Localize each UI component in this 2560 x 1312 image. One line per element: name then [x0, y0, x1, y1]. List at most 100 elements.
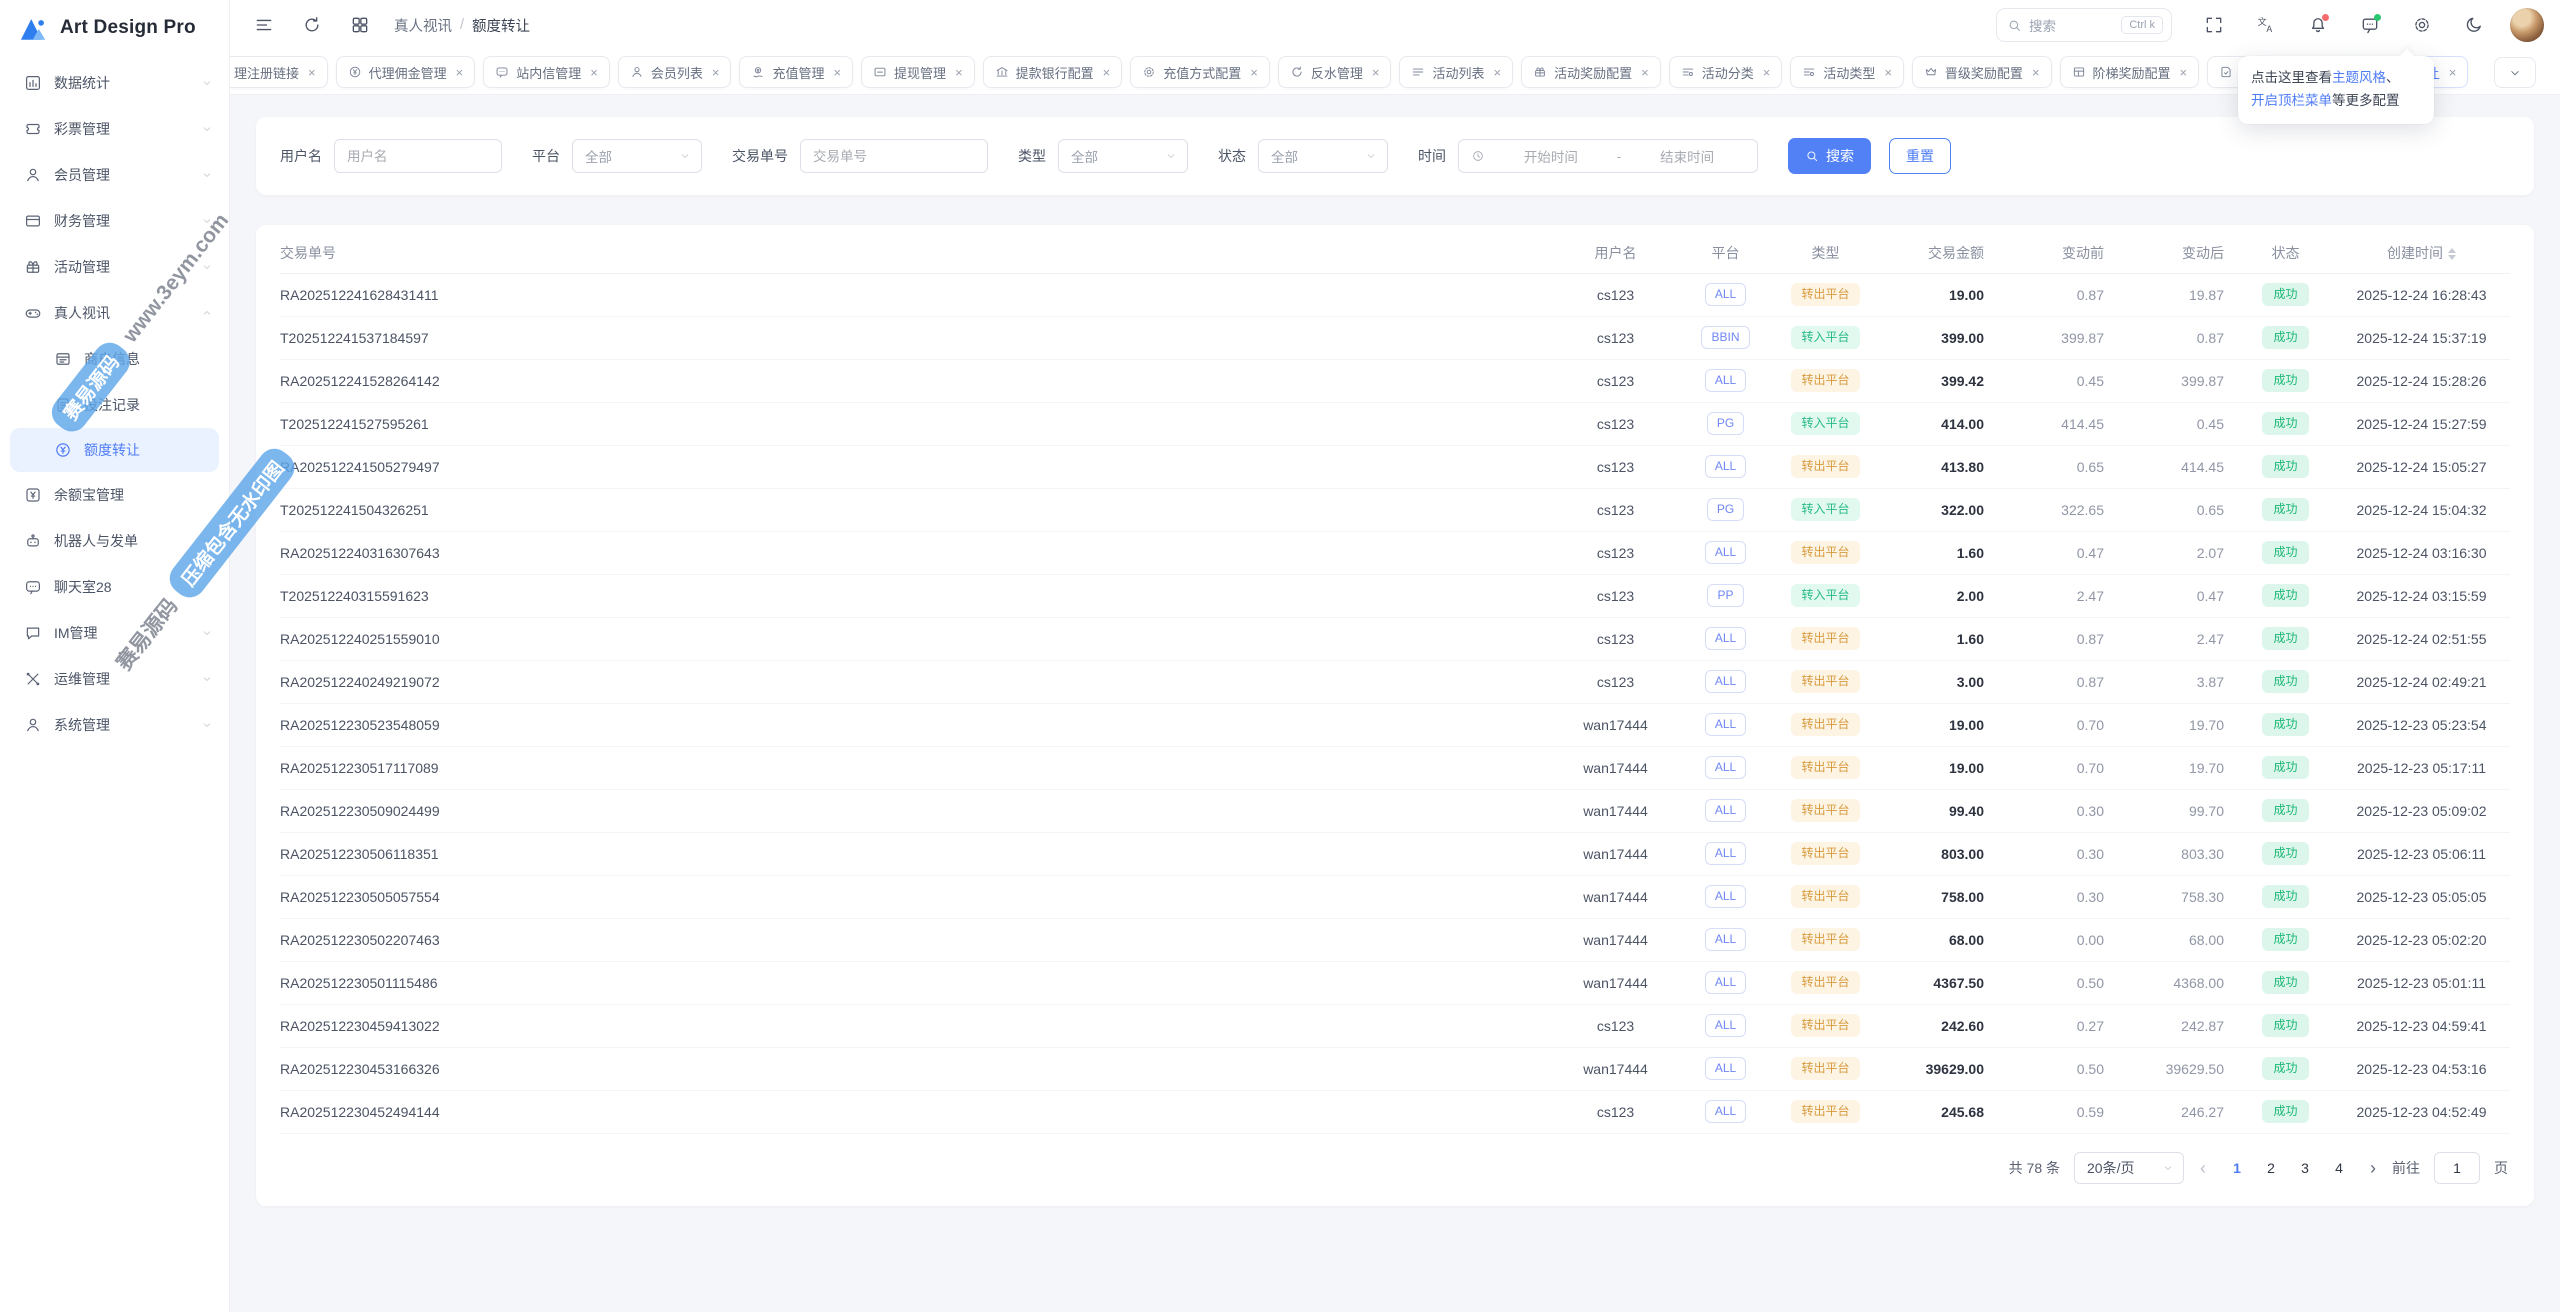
collapse-menu-icon[interactable] — [246, 7, 282, 43]
fullscreen-icon[interactable] — [2196, 7, 2232, 43]
tab-晋级奖励配置[interactable]: 晋级奖励配置 × — [1911, 56, 2052, 88]
close-icon[interactable]: × — [1884, 65, 1892, 80]
close-icon[interactable]: × — [2032, 65, 2040, 80]
username-input[interactable] — [334, 139, 502, 173]
tab-label: 理注册链接 — [234, 65, 300, 81]
app-logo[interactable]: Art Design Pro — [0, 0, 229, 56]
sidebar-item-系统管理[interactable]: 系统管理 — [0, 702, 229, 748]
tab-活动分类[interactable]: 活动分类 × — [1668, 56, 1783, 88]
close-icon[interactable]: × — [1763, 65, 1771, 80]
tab-阶梯奖励配置[interactable]: 阶梯奖励配置 × — [2059, 56, 2200, 88]
sidebar-item-活动管理[interactable]: 活动管理 — [0, 244, 229, 290]
close-icon[interactable]: × — [1494, 65, 1502, 80]
next-page-button[interactable]: › — [2368, 1159, 2378, 1177]
sidebar-item-IM管理[interactable]: IM管理 — [0, 610, 229, 656]
page-size-select[interactable]: 20条/页 — [2074, 1151, 2184, 1184]
sidebar-item-额度转让[interactable]: 额度转让 — [10, 428, 219, 472]
tab-提现管理[interactable]: 提现管理 × — [861, 56, 975, 88]
sidebar-item-彩票管理[interactable]: 彩票管理 — [0, 106, 229, 152]
sidebar-item-商户信息[interactable]: 商户信息 — [0, 336, 229, 382]
cell-status: 成功 — [2238, 316, 2333, 360]
sidebar-item-财务管理[interactable]: 财务管理 — [0, 198, 229, 244]
tab-代理佣金管理[interactable]: 代理佣金管理 × — [335, 56, 476, 88]
close-icon[interactable]: × — [590, 65, 598, 80]
close-icon[interactable]: × — [2180, 65, 2188, 80]
close-icon[interactable]: × — [1103, 65, 1111, 80]
sidebar-item-label: 数据统计 — [54, 75, 110, 91]
cell-type: 转出平台 — [1773, 918, 1878, 962]
cell-after: 2.47 — [2118, 617, 2238, 661]
breadcrumb-parent[interactable]: 真人视讯 — [394, 15, 452, 36]
cell-after: 758.30 — [2118, 875, 2238, 919]
refresh-icon[interactable] — [294, 7, 330, 43]
apps-grid-icon[interactable] — [342, 7, 378, 43]
page-number-3[interactable]: 3 — [2290, 1160, 2320, 1176]
close-icon[interactable]: × — [456, 65, 464, 80]
filter-username: 用户名 — [280, 139, 502, 173]
tab-活动列表[interactable]: 活动列表 × — [1399, 56, 1514, 88]
messages-icon[interactable] — [2352, 7, 2388, 43]
user-avatar[interactable] — [2510, 8, 2544, 42]
tabs-overflow-button[interactable] — [2494, 57, 2536, 88]
close-icon[interactable]: × — [1641, 65, 1649, 80]
cell-before: 0.45 — [1998, 359, 2118, 403]
tab-活动奖励配置[interactable]: 活动奖励配置 × — [1521, 56, 1661, 88]
sidebar-item-机器人与发单[interactable]: 机器人与发单 — [0, 518, 229, 564]
type-select[interactable]: 全部 — [1058, 139, 1188, 173]
cell-platform: ALL — [1678, 445, 1773, 489]
platform-select[interactable]: 全部 — [572, 139, 702, 173]
cell-username: cs123 — [1553, 273, 1678, 317]
sidebar-item-聊天室28[interactable]: 聊天室28 — [0, 564, 229, 610]
sidebar-item-会员管理[interactable]: 会员管理 — [0, 152, 229, 198]
status-select[interactable]: 全部 — [1258, 139, 1388, 173]
tab-提款银行配置[interactable]: 提款银行配置 × — [982, 56, 1123, 88]
language-icon[interactable]: 文A — [2248, 7, 2284, 43]
prev-page-button[interactable]: ‹ — [2198, 1159, 2208, 1177]
column-header-变动前: 变动前 — [1998, 233, 2118, 274]
tab-站内信管理[interactable]: 站内信管理 × — [483, 56, 610, 88]
theme-style-link[interactable]: 主题风格 — [2332, 70, 2386, 85]
topbar-menu-link[interactable]: 开启顶栏菜单 — [2251, 93, 2332, 108]
cell-amount: 4367.50 — [1878, 961, 1998, 1005]
sidebar-item-真人视讯[interactable]: 真人视讯 — [0, 290, 229, 336]
settings-gear-icon[interactable] — [2404, 7, 2440, 43]
close-icon[interactable]: × — [1372, 65, 1380, 80]
column-header-创建时间[interactable]: 创建时间 — [2333, 233, 2510, 274]
cell-trade-no: RA202512241528264142 — [280, 359, 1553, 403]
tab-会员列表[interactable]: 会员列表 × — [617, 56, 732, 88]
sidebar-item-余额宝管理[interactable]: 余额宝管理 — [0, 472, 229, 518]
sidebar-item-运维管理[interactable]: 运维管理 — [0, 656, 229, 702]
close-icon[interactable]: × — [712, 65, 720, 80]
tab-反水管理[interactable]: 反水管理 × — [1277, 56, 1392, 88]
close-icon[interactable]: × — [2449, 65, 2457, 80]
reset-button[interactable]: 重置 — [1889, 138, 1951, 174]
sidebar-item-投注记录[interactable]: 投注记录 — [0, 382, 229, 428]
filter-platform: 平台 全部 — [532, 139, 702, 173]
notifications-bell-icon[interactable] — [2300, 7, 2336, 43]
cell-username: cs123 — [1553, 359, 1678, 403]
dark-mode-moon-icon[interactable] — [2456, 7, 2492, 43]
close-icon[interactable]: × — [1250, 65, 1258, 80]
tab-充值管理[interactable]: 充值管理 × — [739, 56, 854, 88]
status-badge: 成功 — [2262, 670, 2309, 693]
global-search-input[interactable]: 搜索 Ctrl k — [1996, 8, 2172, 42]
goto-page-input[interactable] — [2434, 1151, 2480, 1184]
platform-badge: ALL — [1704, 369, 1747, 392]
tab-活动类型[interactable]: 活动类型 × — [1790, 56, 1904, 88]
sort-icon[interactable] — [2448, 248, 2456, 261]
search-button[interactable]: 搜索 — [1788, 138, 1871, 174]
sidebar-item-数据统计[interactable]: 数据统计 — [0, 60, 229, 106]
close-icon[interactable]: × — [955, 65, 963, 80]
time-range-picker[interactable]: 开始时间 - 结束时间 — [1458, 139, 1758, 173]
page-number-1[interactable]: 1 — [2222, 1160, 2252, 1176]
page-number-2[interactable]: 2 — [2256, 1160, 2286, 1176]
tab-充值方式配置[interactable]: 充值方式配置 × — [1130, 56, 1270, 88]
cell-amount: 39629.00 — [1878, 1047, 1998, 1091]
close-icon[interactable]: × — [833, 65, 841, 80]
tab-理注册链接[interactable]: 理注册链接 × — [230, 56, 328, 88]
close-icon[interactable]: × — [308, 65, 316, 80]
table-row: RA202512240251559010 cs123 ALL 转出平台 1.60 0.87… — [280, 617, 2510, 661]
cell-type: 转出平台 — [1773, 746, 1878, 790]
trade-no-input[interactable] — [800, 139, 988, 173]
page-number-4[interactable]: 4 — [2324, 1160, 2354, 1176]
